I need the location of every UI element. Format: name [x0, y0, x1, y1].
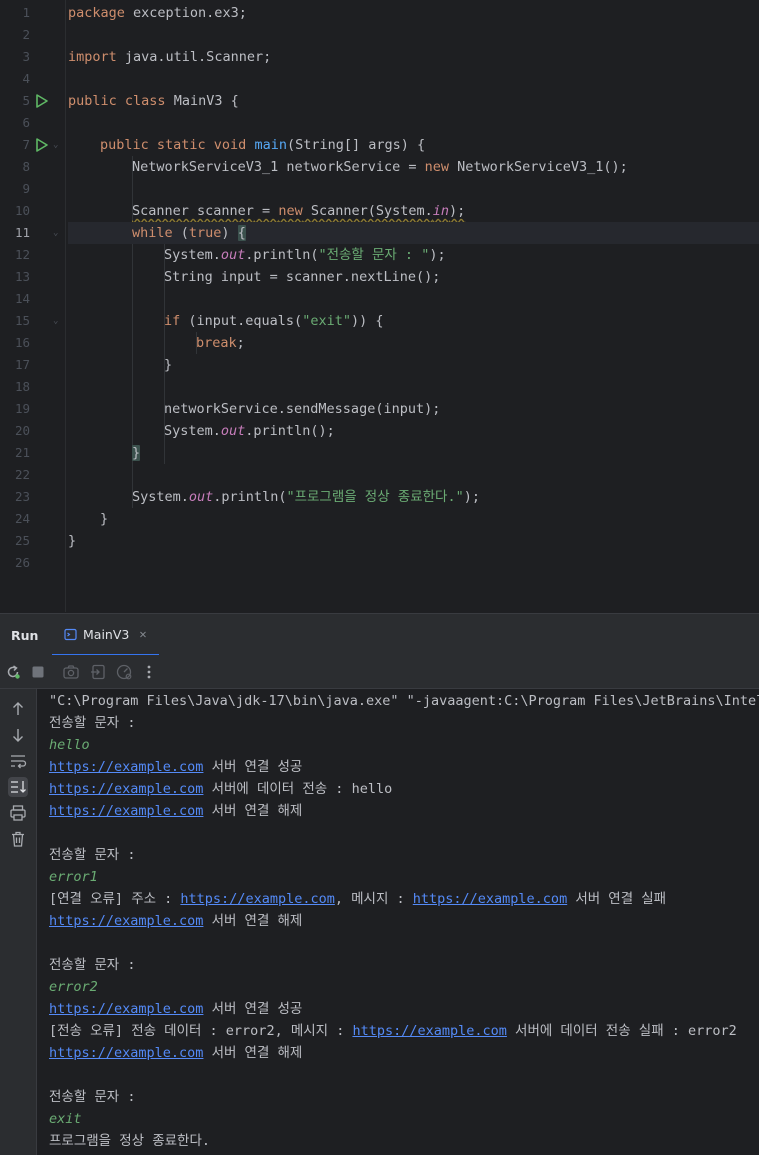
line-number: 3	[22, 49, 30, 64]
code-line: package exception.ex3;	[68, 5, 247, 21]
line-number: 17	[14, 357, 30, 372]
line-number: 12	[14, 247, 30, 262]
line-number: 25	[14, 533, 30, 548]
line-number: 16	[14, 335, 30, 350]
code-line: import java.util.Scanner;	[68, 49, 272, 65]
close-tab-icon[interactable]: ✕	[139, 627, 146, 641]
line-number: 26	[14, 555, 30, 570]
console-output[interactable]: "C:\Program Files\Java\jdk-17\bin\java.e…	[38, 689, 759, 1155]
code-editor[interactable]: 1 2 3 4 5 6 7 8 9 10 11 12 13 14 15 16 1…	[0, 0, 759, 612]
line-number: 23	[14, 489, 30, 504]
line-number: 6	[22, 115, 30, 130]
console-line: 프로그램을 정상 종료한다.	[49, 1133, 211, 1149]
code-line: System.out.println("프로그램을 정상 종료한다.");	[132, 489, 480, 505]
code-line: if (input.equals("exit")) {	[164, 313, 384, 329]
line-number: 9	[22, 181, 30, 196]
print-icon[interactable]	[8, 803, 28, 823]
console-user-input: error2	[49, 979, 98, 995]
code-line: String input = scanner.nextLine();	[164, 269, 441, 285]
scroll-to-end-icon[interactable]	[8, 777, 28, 797]
code-line: public class MainV3 {	[68, 93, 239, 109]
line-number: 5	[22, 93, 30, 108]
code-line: networkService.sendMessage(input);	[164, 401, 441, 417]
console-link[interactable]: https://example.com	[413, 891, 567, 907]
exit-icon[interactable]	[89, 663, 107, 681]
console-user-input: hello	[49, 737, 90, 753]
line-number: 19	[14, 401, 30, 416]
console-link[interactable]: https://example.com	[352, 1023, 506, 1039]
line-number: 24	[14, 511, 30, 526]
line-number-current: 11	[14, 225, 30, 240]
run-class-icon[interactable]	[35, 94, 49, 108]
console-user-input: error1	[49, 869, 98, 885]
code-line: }	[164, 357, 173, 373]
console-line: https://example.com 서버 연결 해제	[49, 1045, 303, 1061]
line-number: 14	[14, 291, 30, 306]
run-toolbar	[0, 655, 759, 689]
console-line: 전송할 문자 :	[49, 715, 136, 731]
run-panel-title: Run	[11, 628, 39, 643]
screenshot-icon[interactable]	[62, 663, 80, 681]
console-link[interactable]: https://example.com	[49, 913, 203, 929]
arrow-up-icon[interactable]	[8, 699, 28, 719]
console-link[interactable]: https://example.com	[49, 803, 203, 819]
console-link[interactable]: https://example.com	[49, 1045, 203, 1061]
console-line: [전송 오류] 전송 데이터 : error2, 메시지 : https://e…	[49, 1023, 737, 1039]
console-link[interactable]: https://example.com	[49, 781, 203, 797]
line-number: 21	[14, 445, 30, 460]
line-number: 2	[22, 27, 30, 42]
line-number: 20	[14, 423, 30, 438]
code-line: public static void main(String[] args) {	[100, 137, 426, 153]
code-line-current: while (true) {	[68, 222, 759, 244]
console-icon	[64, 628, 77, 640]
console-line: 전송할 문자 :	[49, 957, 136, 973]
line-number: 15	[14, 313, 30, 328]
code-line: Scanner scanner = new Scanner(System.in)…	[132, 203, 466, 219]
console-line: https://example.com 서버 연결 성공	[49, 759, 303, 775]
editor-gutter: 1 2 3 4 5 6 7 8 9 10 11 12 13 14 15 16 1…	[0, 0, 66, 612]
console-link[interactable]: https://example.com	[49, 1001, 203, 1017]
code-line: }	[100, 511, 109, 527]
fold-icon[interactable]: ⌄	[53, 134, 61, 156]
run-panel-header: Run MainV3 ✕	[0, 613, 759, 656]
tab-label: MainV3	[83, 626, 130, 642]
console-line: https://example.com 서버 연결 성공	[49, 1001, 303, 1017]
line-number: 7	[22, 137, 30, 152]
debug-icon[interactable]	[115, 663, 133, 681]
console-line: https://example.com 서버 연결 해제	[49, 803, 303, 819]
console-line: 전송할 문자 :	[49, 1089, 136, 1105]
console-line: [연결 오류] 주소 : https://example.com, 메시지 : …	[49, 891, 667, 907]
arrow-down-icon[interactable]	[8, 725, 28, 745]
console-user-input: exit	[49, 1111, 82, 1127]
soft-wrap-icon[interactable]	[8, 751, 28, 771]
console-side-toolbar	[0, 689, 37, 1155]
line-number: 8	[22, 159, 30, 174]
code-line: }	[132, 445, 141, 461]
run-main-icon[interactable]	[35, 138, 49, 152]
console-line: 전송할 문자 :	[49, 847, 136, 863]
line-number: 10	[14, 203, 30, 218]
code-line: NetworkServiceV3_1 networkService = new …	[132, 159, 628, 175]
line-number: 1	[22, 5, 30, 20]
tab-mainv3[interactable]: MainV3 ✕	[52, 614, 159, 656]
console-link[interactable]: https://example.com	[49, 759, 203, 775]
console-line: https://example.com 서버에 데이터 전송 : hello	[49, 781, 393, 797]
trash-icon[interactable]	[8, 829, 28, 849]
code-line: break;	[196, 335, 245, 351]
stop-icon[interactable]	[29, 663, 47, 681]
console-link[interactable]: https://example.com	[180, 891, 334, 907]
line-number: 13	[14, 269, 30, 284]
more-icon[interactable]	[140, 663, 158, 681]
code-line: System.out.println();	[164, 423, 335, 439]
line-number: 18	[14, 379, 30, 394]
code-line: System.out.println("전송할 문자 : ");	[164, 247, 446, 263]
fold-icon[interactable]: ⌄	[53, 222, 61, 244]
code-line: }	[68, 533, 77, 549]
line-number: 22	[14, 467, 30, 482]
rerun-icon[interactable]	[4, 663, 22, 681]
console-line: "C:\Program Files\Java\jdk-17\bin\java.e…	[49, 693, 759, 709]
line-number: 4	[22, 71, 30, 86]
console-line: https://example.com 서버 연결 해제	[49, 913, 303, 929]
fold-icon[interactable]: ⌄	[53, 310, 61, 332]
